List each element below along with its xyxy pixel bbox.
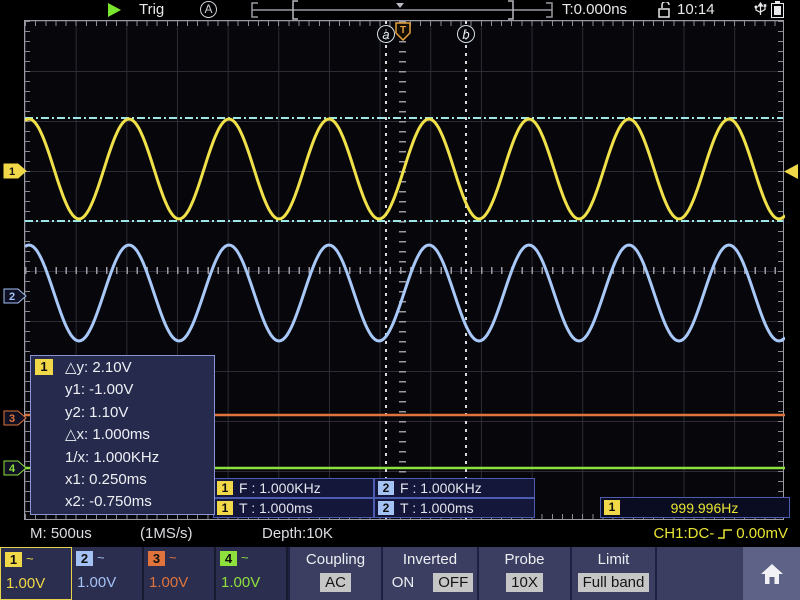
- cursor-a-handle[interactable]: a: [377, 25, 395, 43]
- cursor-inverse-x: 1/x: 1.000KHz: [65, 447, 214, 469]
- menu-limit[interactable]: Limit Full band: [570, 547, 655, 600]
- probe-value-chip[interactable]: 10X: [506, 573, 543, 592]
- trigger-time-readout: T:0.000ns: [562, 1, 627, 18]
- menu-empty-cell: [655, 547, 743, 600]
- trigger-level-marker[interactable]: [782, 163, 799, 180]
- cursor-x2: x2: -0.750ms: [65, 491, 214, 513]
- ch1-scale: 1.00V: [5, 575, 71, 592]
- voltage-cursor-line-y2[interactable]: [25, 117, 783, 119]
- cursor-measurement-panel: 1 △y: 2.10V y1: -1.00V y2: 1.10V △x: 1.0…: [30, 355, 215, 515]
- cursor-x1: x1: 0.250ms: [65, 469, 214, 491]
- home-icon: [760, 563, 784, 585]
- top-status-bar: Trig A T:0.000ns 10:14: [0, 0, 800, 20]
- meas-ch2-badge: 2: [378, 481, 394, 495]
- ch4-position-marker[interactable]: 4: [3, 460, 27, 476]
- ch2-marker-number: 2: [9, 291, 15, 303]
- time-cursor-line-b[interactable]: [465, 21, 467, 519]
- battery-icon: [771, 3, 784, 18]
- channel-4-button[interactable]: 4 ~ 1.00V: [216, 547, 288, 600]
- cursor-b-handle[interactable]: b: [457, 25, 475, 43]
- trigger-marker-letter: T: [400, 25, 406, 36]
- cursor-y2: y2: 1.10V: [65, 402, 214, 424]
- measurement-ch1-period: 1 T : 1.000ms: [213, 498, 374, 518]
- cursor-y1: y1: -1.00V: [65, 379, 214, 401]
- ch3-coupling-symbol: ~: [169, 550, 177, 565]
- home-button[interactable]: [743, 547, 800, 600]
- memory-depth-readout: Depth:10K: [262, 525, 333, 542]
- meas-ch1-period-badge: 1: [217, 501, 233, 515]
- measurement-ch2-period: 2 T : 1.000ms: [374, 498, 535, 518]
- menu-probe[interactable]: Probe 10X: [477, 547, 570, 600]
- meas-ch2-freq-text: F : 1.000KHz: [400, 480, 482, 496]
- cursor-panel-channel-badge: 1: [35, 359, 53, 375]
- meas-ch1-period-text: T : 1.000ms: [239, 500, 313, 516]
- trigger-source-text: CH1:DC-: [653, 525, 714, 542]
- timebase-readout: M: 500us: [30, 525, 92, 542]
- ch1-coupling-symbol: ~: [26, 551, 34, 566]
- clock: 10:14: [677, 1, 715, 18]
- measurement-ch1-frequency: 1 F : 1.000KHz: [213, 478, 374, 498]
- oscilloscope-screen: Trig A T:0.000ns 10:14: [0, 0, 800, 600]
- center-horizontal-ruler: [25, 267, 783, 274]
- meas-ch1-badge: 1: [217, 481, 233, 495]
- meas-ch2-period-badge: 2: [378, 501, 394, 515]
- rising-edge-icon: [717, 527, 733, 541]
- trigger-position-marker[interactable]: T: [395, 22, 412, 41]
- menu-coupling[interactable]: Coupling AC: [288, 547, 381, 600]
- freq-counter-value: 999.996Hz: [620, 500, 789, 516]
- cursor-delta-y: △y: 2.10V: [65, 357, 214, 379]
- auto-acquire-icon: A: [200, 1, 217, 18]
- time-cursor-line-a[interactable]: [385, 21, 387, 519]
- ch3-badge: 3: [148, 551, 165, 566]
- unlock-icon: [657, 2, 672, 18]
- channel-1-button[interactable]: 1 ~ 1.00V: [0, 547, 72, 600]
- frequency-counter: 1 999.996Hz: [600, 497, 790, 518]
- trigger-level-text: 0.00mV: [736, 525, 788, 542]
- trigger-status-label: Trig: [139, 1, 164, 18]
- ch4-scale: 1.00V: [220, 574, 286, 591]
- meas-ch1-freq-text: F : 1.000KHz: [239, 480, 321, 496]
- ch1-position-marker[interactable]: 1: [3, 163, 27, 179]
- probe-label: Probe: [479, 551, 570, 568]
- ch3-position-marker[interactable]: 3: [3, 410, 27, 426]
- ch2-badge: 2: [76, 551, 93, 566]
- channel-3-button[interactable]: 3 ~ 1.00V: [144, 547, 216, 600]
- freq-counter-channel-badge: 1: [604, 500, 620, 515]
- bottom-menu-bar: 1 ~ 1.00V 2 ~ 1.00V 3 ~ 1.00V 4 ~ 1.00V Coup…: [0, 547, 800, 600]
- limit-value-chip[interactable]: Full band: [578, 573, 650, 592]
- trigger-memory-position-icon: [396, 3, 404, 8]
- coupling-label: Coupling: [290, 551, 381, 568]
- usb-icon: [753, 1, 768, 18]
- measurement-readout-bar: 1 F : 1.000KHz 2 F : 1.000KHz 1 T : 1.00…: [213, 478, 535, 518]
- run-state-icon[interactable]: [108, 3, 121, 17]
- ch3-marker-number: 3: [9, 413, 15, 425]
- inverted-on-option[interactable]: ON: [387, 573, 420, 592]
- ch1-badge: 1: [5, 552, 22, 567]
- ch4-badge: 4: [220, 551, 237, 566]
- memory-window-indicator[interactable]: [245, 0, 565, 20]
- channel-2-button[interactable]: 2 ~ 1.00V: [72, 547, 144, 600]
- inverted-off-option[interactable]: OFF: [433, 573, 473, 592]
- ch2-coupling-symbol: ~: [97, 550, 105, 565]
- ch3-scale: 1.00V: [148, 574, 214, 591]
- inverted-label: Inverted: [383, 551, 477, 568]
- coupling-value-chip[interactable]: AC: [320, 573, 351, 592]
- status-row: M: 500us (1MS/s) Depth:10K CH1:DC- 0.00m…: [0, 522, 800, 546]
- limit-label: Limit: [572, 551, 655, 568]
- trigger-settings-readout: CH1:DC- 0.00mV: [653, 525, 788, 542]
- cursor-readouts: △y: 2.10V y1: -1.00V y2: 1.10V △x: 1.000…: [31, 356, 214, 514]
- ch2-position-marker[interactable]: 2: [3, 288, 27, 304]
- ch1-marker-number: 1: [9, 166, 15, 178]
- sample-rate-readout: (1MS/s): [140, 525, 193, 542]
- measurement-ch2-frequency: 2 F : 1.000KHz: [374, 478, 535, 498]
- menu-inverted[interactable]: Inverted ON OFF: [381, 547, 477, 600]
- voltage-cursor-line-y1[interactable]: [25, 220, 783, 222]
- ch4-coupling-symbol: ~: [241, 550, 249, 565]
- ch4-marker-number: 4: [9, 463, 16, 475]
- cursor-delta-x: △x: 1.000ms: [65, 424, 214, 446]
- ch2-scale: 1.00V: [76, 574, 142, 591]
- meas-ch2-period-text: T : 1.000ms: [400, 500, 474, 516]
